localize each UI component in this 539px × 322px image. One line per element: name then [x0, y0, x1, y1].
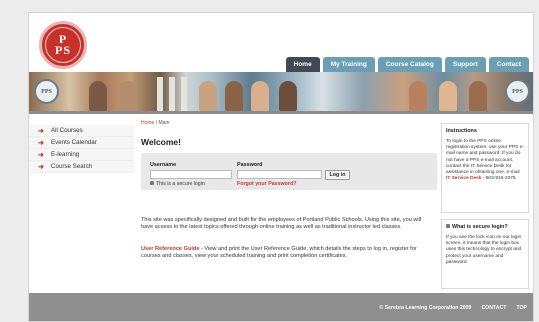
- footer-links: © Serebra Learning Corporation 2009 CONT…: [379, 305, 527, 311]
- breadcrumb-current: Main: [158, 120, 170, 126]
- banner-photo: [439, 81, 457, 111]
- guide-paragraph: User Reference Guide - View and print th…: [141, 246, 431, 260]
- footer-top-link[interactable]: TOP: [516, 305, 527, 311]
- seal-text: PPS: [512, 88, 523, 95]
- banner-photo: [279, 81, 297, 111]
- it-service-desk-link[interactable]: IT Service Desk: [446, 176, 481, 181]
- tab-home[interactable]: Home: [285, 57, 320, 72]
- banner-photo: [409, 81, 427, 111]
- instructions-body: To login to the PPS online registration …: [446, 139, 524, 182]
- user-reference-guide-link[interactable]: User Reference Guide: [141, 246, 199, 252]
- lock-icon: [150, 181, 154, 185]
- arrow-right-icon: ➜: [38, 152, 44, 159]
- secure-login-title-text: What is secure login?: [452, 224, 508, 230]
- sidebar-item-course-search[interactable]: ➜ Course Search: [29, 161, 134, 173]
- sidebar-item-all-courses[interactable]: ➜ All Courses: [29, 125, 134, 137]
- banner-building: [169, 77, 175, 111]
- sidebar-item-label: Events Calendar: [51, 139, 97, 146]
- footer: © Serebra Learning Corporation 2009 CONT…: [29, 293, 533, 321]
- footer-copyright: © Serebra Learning Corporation 2009: [379, 305, 472, 311]
- instructions-phone: - 503-916-3375.: [481, 176, 517, 182]
- banner-building: [181, 77, 187, 111]
- banner-photo: [251, 81, 269, 111]
- sidebar-item-label: E-learning: [51, 151, 80, 158]
- username-input[interactable]: [150, 170, 232, 179]
- seal-text: PPS: [41, 88, 52, 95]
- banner-building: [157, 77, 163, 111]
- tab-support[interactable]: Support: [444, 57, 486, 72]
- username-label: Username: [150, 162, 177, 168]
- banner-photo: [225, 81, 243, 111]
- sidebar-item-e-learning[interactable]: ➜ E-learning: [29, 149, 134, 161]
- banner-photo: [199, 81, 217, 111]
- sidebar-item-label: All Courses: [51, 127, 83, 134]
- forgot-password-link[interactable]: Forgot your Password?: [237, 181, 296, 187]
- tab-contact[interactable]: Contact: [488, 57, 529, 72]
- password-label: Password: [237, 162, 263, 168]
- breadcrumb-home[interactable]: Home: [141, 120, 154, 126]
- main-tabs: Home My Training Course Catalog Support …: [285, 57, 529, 72]
- tab-my-training[interactable]: My Training: [322, 57, 375, 72]
- page-title: Welcome!: [141, 137, 181, 147]
- seal-icon: PPS: [34, 79, 59, 104]
- secure-login-box: What is secure login? If you see the loc…: [441, 219, 529, 289]
- arrow-right-icon: ➜: [38, 128, 44, 135]
- banner-photo: [469, 81, 487, 111]
- banner-photo: [89, 81, 107, 111]
- secure-login-text: This is a secure login: [156, 181, 205, 187]
- password-input[interactable]: [237, 170, 322, 179]
- page: P PS Home My Training Course Catalog Sup…: [28, 12, 534, 322]
- sidebar: ➜ All Courses ➜ Events Calendar ➜ E-learnin…: [29, 114, 134, 304]
- lock-icon: [446, 224, 450, 228]
- instructions-box: Instructions To login to the PPS online …: [441, 123, 529, 213]
- secure-login-box-body: If you see the lock icon on our login sc…: [446, 235, 522, 265]
- breadcrumb: Home / Main: [141, 120, 169, 126]
- instructions-text: To login to the PPS online registration …: [446, 139, 524, 176]
- sidebar-item-label: Course Search: [51, 163, 93, 170]
- header-banner: PPS PPS: [29, 72, 533, 111]
- instructions-title: Instructions: [446, 128, 477, 134]
- tab-course-catalog[interactable]: Course Catalog: [377, 57, 442, 72]
- footer-contact-link[interactable]: CONTACT: [481, 305, 506, 311]
- login-button[interactable]: Log in: [325, 170, 350, 180]
- sidebar-item-events-calendar[interactable]: ➜ Events Calendar: [29, 137, 134, 149]
- logo-ring: [45, 27, 81, 63]
- pps-logo[interactable]: P PS: [39, 21, 87, 69]
- secure-login-note: This is a secure login: [150, 181, 205, 187]
- banner-photo: [119, 81, 137, 111]
- intro-text: This site was specifically designed and …: [141, 217, 422, 230]
- secure-login-box-title: What is secure login?: [446, 224, 524, 230]
- arrow-right-icon: ➜: [38, 164, 44, 171]
- login-box: Username Password Log in This is a secur…: [141, 153, 437, 190]
- seal-icon: PPS: [505, 79, 530, 104]
- arrow-right-icon: ➜: [38, 140, 44, 147]
